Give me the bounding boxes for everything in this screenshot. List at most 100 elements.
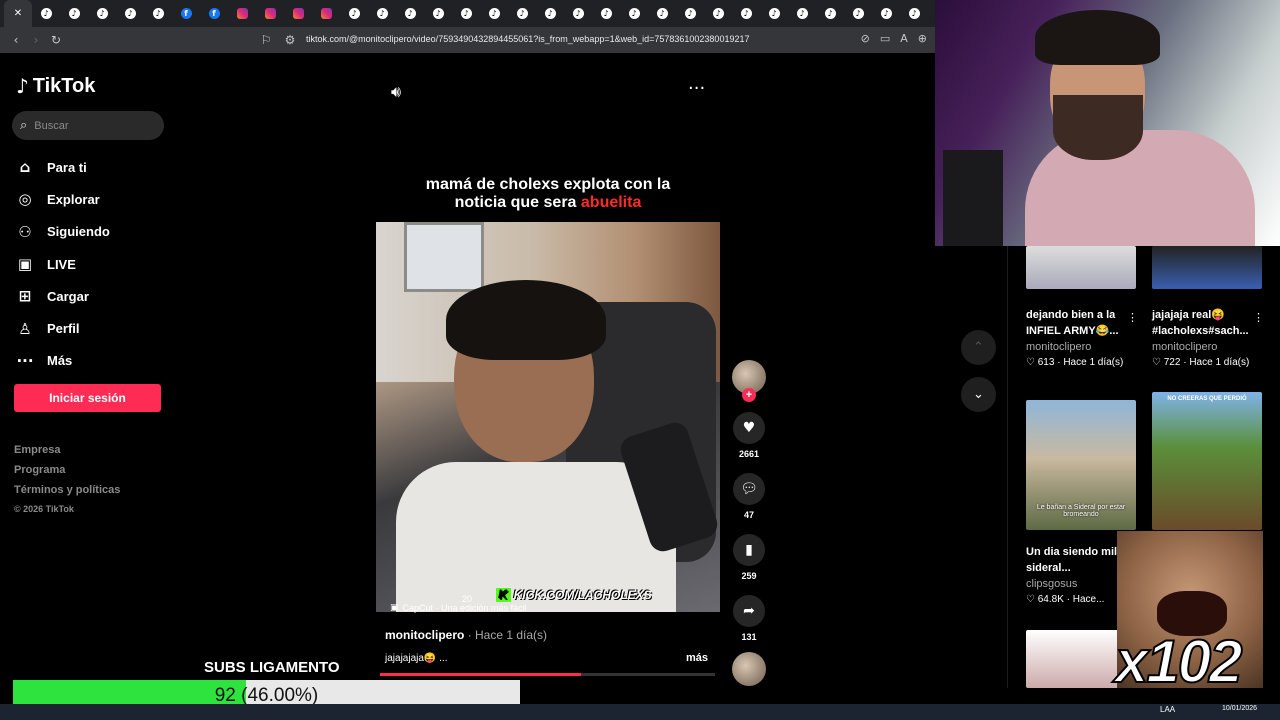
cast-icon[interactable]: ▭	[880, 32, 890, 45]
scroll-down-button[interactable]: ⌄	[961, 377, 996, 412]
kick-logo-icon: K	[496, 588, 511, 602]
related-thumb[interactable]: Le bañan a Sideral por estar bromeando	[1026, 400, 1136, 530]
search-input[interactable]: ⌕ Buscar	[12, 111, 164, 140]
no-tracking-icon[interactable]: ⊘	[861, 32, 870, 45]
facebook-icon: f	[208, 8, 220, 19]
browser-tab[interactable]: ♪	[60, 0, 88, 27]
footer-links: Empresa Programa Términos y políticas © …	[14, 444, 120, 524]
site-info-icon[interactable]: ⚙	[280, 33, 300, 47]
tiktok-icon: ♪	[684, 8, 696, 19]
share-action[interactable]: ➦ 131	[730, 595, 768, 642]
browser-tab[interactable]: ♪	[620, 0, 648, 27]
caption-line-2: noticia que sera abuelita	[376, 194, 720, 212]
footer-link-empresa[interactable]: Empresa	[14, 444, 120, 464]
browser-tab[interactable]	[312, 0, 340, 27]
browser-tab[interactable]: f	[200, 0, 228, 27]
browser-tab[interactable]: ♪	[116, 0, 144, 27]
browser-tab[interactable]: ♪	[592, 0, 620, 27]
scroll-up-button[interactable]: ⌃	[961, 330, 996, 365]
capcut-label[interactable]: ▣ CapCut · Una edición más fácil	[390, 603, 527, 613]
follow-plus-icon[interactable]: +	[742, 388, 756, 402]
back-icon[interactable]: ‹	[6, 33, 26, 47]
volume-icon[interactable]: 🔊︎	[391, 82, 401, 102]
nav-label: LIVE	[47, 256, 76, 272]
browser-tab[interactable]: f	[172, 0, 200, 27]
translate-icon[interactable]: A	[900, 32, 908, 45]
comment-icon[interactable]: 💬︎	[733, 473, 765, 505]
browser-tab[interactable]: ♪	[396, 0, 424, 27]
browser-tab[interactable]: ♪	[452, 0, 480, 27]
nav-item-siguiendo[interactable]: ⚇ Siguiendo	[16, 216, 110, 248]
bookmark-icon[interactable]: ▮	[733, 534, 765, 566]
browser-tab[interactable]	[256, 0, 284, 27]
browser-tab[interactable]: ♪	[676, 0, 704, 27]
nav-item-perfil[interactable]: ♙ Perfil	[16, 312, 110, 344]
video-progress-bar[interactable]	[380, 673, 715, 676]
browser-tab[interactable]: ♪	[760, 0, 788, 27]
browser-tab[interactable]: ♪	[844, 0, 872, 27]
reload-icon[interactable]: ↻	[46, 33, 66, 47]
related-title[interactable]: jajajaja real😝 #lacholexs#sach...	[1152, 307, 1262, 339]
nav-item-live[interactable]: ▣ LIVE	[16, 248, 110, 280]
browser-tab[interactable]: ♪	[564, 0, 592, 27]
browser-tab[interactable]: ♪	[872, 0, 900, 27]
browser-tab[interactable]: ♪	[648, 0, 676, 27]
video-player[interactable]: 20 K KICK.COM/LACHOLEXS	[376, 222, 720, 612]
browser-tab[interactable]	[228, 0, 256, 27]
footer-link-terms[interactable]: Términos y políticas	[14, 484, 120, 504]
related-thumb[interactable]	[1152, 246, 1262, 289]
nav-item-explorar[interactable]: ◎ Explorar	[16, 183, 110, 215]
browser-tab[interactable]: ♪	[32, 0, 60, 27]
browser-tab[interactable]: ♪	[732, 0, 760, 27]
related-card[interactable]: NO CREERAS QUE PERDIÓ	[1152, 392, 1262, 530]
browser-tab[interactable]: ♪	[788, 0, 816, 27]
browser-tab[interactable]: ♪	[508, 0, 536, 27]
browser-tab[interactable]: ♪	[704, 0, 732, 27]
zoom-icon[interactable]: ⊕	[918, 32, 927, 45]
profile-icon: ♙	[18, 319, 32, 338]
share-icon[interactable]: ➦	[733, 595, 765, 627]
browser-tab[interactable]: ♪	[88, 0, 116, 27]
music-disc-avatar[interactable]	[732, 652, 766, 686]
browser-tab[interactable]	[284, 0, 312, 27]
more-options-icon[interactable]: ⋮	[1127, 311, 1138, 324]
footer-link-programa[interactable]: Programa	[14, 464, 120, 484]
browser-tab[interactable]: ♪	[900, 0, 928, 27]
save-action[interactable]: ▮ 259	[730, 534, 768, 581]
browser-tab[interactable]: ♪	[424, 0, 452, 27]
nav-item-para-ti[interactable]: ⌂ Para ti	[16, 151, 110, 183]
login-button[interactable]: Iniciar sesión	[14, 384, 161, 412]
nav-item-más[interactable]: ··· Más	[16, 345, 110, 377]
like-action[interactable]: ♥ 2661	[730, 412, 768, 459]
bookmark-icon[interactable]: ⚐	[256, 33, 276, 47]
taskbar-language[interactable]: LAA	[1160, 705, 1175, 714]
related-thumb[interactable]: NO CREERAS QUE PERDIÓ	[1152, 392, 1262, 530]
related-title[interactable]: dejando bien a la INFIEL ARMY😂...	[1026, 307, 1136, 339]
browser-tab[interactable]: ♪	[480, 0, 508, 27]
browser-tab[interactable]: ♪	[340, 0, 368, 27]
browser-tab[interactable]: ✕	[4, 0, 32, 27]
comment-action[interactable]: 💬︎ 47	[730, 473, 768, 520]
url-text[interactable]: tiktok.com/@monitoclipero/video/75934904…	[306, 34, 749, 44]
taskbar-date[interactable]: 10/01/2026	[1222, 705, 1257, 712]
sidebar: ♪ TikTok ⌕ Buscar ⌂ Para ti ◎ Explorar ⚇ Sigu…	[0, 53, 180, 688]
more-options-icon[interactable]: ···	[688, 78, 705, 99]
forward-icon[interactable]: ›	[26, 33, 46, 47]
browser-tab[interactable]: ♪	[368, 0, 396, 27]
nav-item-cargar[interactable]: ⊞ Cargar	[16, 280, 110, 312]
more-options-icon[interactable]: ⋮	[1253, 311, 1264, 324]
author-name[interactable]: monitoclipero	[385, 628, 464, 642]
browser-tab[interactable]: ♪	[816, 0, 844, 27]
browser-tab[interactable]: ♪	[144, 0, 172, 27]
related-user[interactable]: monitoclipero	[1152, 341, 1262, 353]
related-thumb[interactable]	[1026, 246, 1136, 289]
heart-icon[interactable]: ♥	[733, 412, 765, 444]
related-user[interactable]: monitoclipero	[1026, 341, 1136, 353]
browser-tab[interactable]: ♪	[536, 0, 564, 27]
tiktok-logo[interactable]: ♪ TikTok	[16, 74, 95, 98]
related-card[interactable]: jajajaja real😝 #lacholexs#sach... monito…	[1152, 246, 1262, 368]
tiktok-icon: ♪	[96, 8, 108, 19]
more-text-button[interactable]: más	[686, 652, 708, 664]
author-avatar[interactable]: +	[732, 360, 766, 402]
related-card[interactable]: dejando bien a la INFIEL ARMY😂... monito…	[1026, 246, 1136, 368]
